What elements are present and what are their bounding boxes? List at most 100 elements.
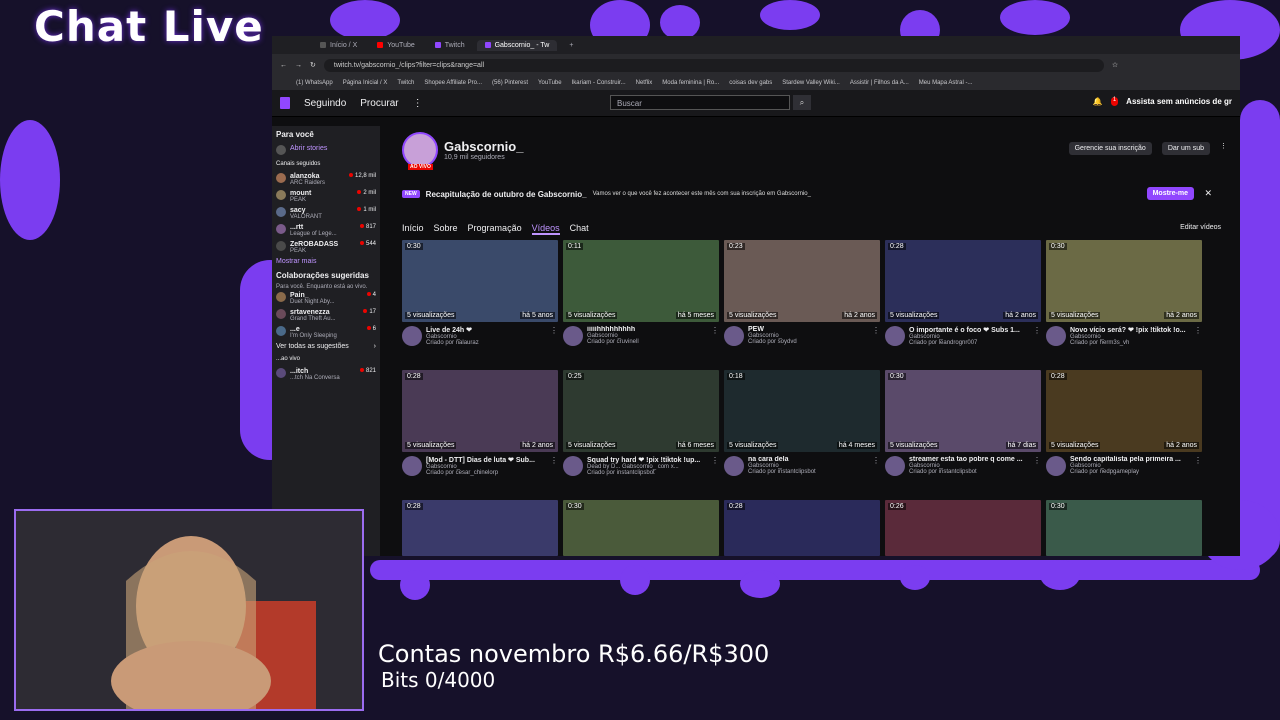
tab-videos[interactable]: Vídeos (531, 223, 560, 235)
bookmark[interactable]: Meu Mapa Astral -... (919, 80, 973, 86)
clip-title[interactable]: iiiiihhhhhhhhh (587, 326, 707, 333)
clip-card[interactable]: 0:30 (563, 500, 719, 556)
bookmark[interactable]: Moda feminina | Ro... (662, 80, 719, 86)
bookmark[interactable]: Ikariam - Construir... (572, 80, 626, 86)
clip-title[interactable]: streamer esta tao pobre q come ... (909, 456, 1029, 463)
bookmark[interactable]: Assistir | Filhos da A... (850, 80, 909, 86)
browser-tab-active[interactable]: Gabscornio_ - Tw (476, 39, 558, 51)
star-icon[interactable]: ☆ (1112, 61, 1118, 69)
more-icon[interactable]: ⋮ (1033, 326, 1041, 346)
more-icon[interactable]: ⋮ (1194, 456, 1202, 476)
sidebar-channel[interactable]: ...itch ...tch Na Conversa 821 (272, 366, 380, 383)
bookmark[interactable]: Stardew Valley Wiki... (782, 80, 840, 86)
clip-card[interactable]: 0:30 5 visualizações há 7 dias streamer … (885, 370, 1041, 492)
bookmark[interactable]: (56) Pinterest (492, 80, 528, 86)
more-icon[interactable]: ⋮ (1194, 326, 1202, 346)
clip-thumbnail[interactable]: 0:30 5 visualizações há 2 anos (1046, 240, 1202, 322)
bookmark[interactable]: coisas dev gabs (729, 80, 772, 86)
more-icon[interactable]: ⋮ (1033, 456, 1041, 476)
nav-browse[interactable]: Procurar (360, 98, 398, 109)
clip-channel-avatar[interactable] (1046, 456, 1066, 476)
tab-about[interactable]: Sobre (434, 223, 458, 235)
clip-title[interactable]: Sendo capitalista pela primeira ... (1070, 456, 1190, 463)
clip-card[interactable]: 0:30 5 visualizações há 5 anos Live de 2… (402, 240, 558, 362)
sidebar-channel[interactable]: ...rtt League of Lege... 817 (272, 222, 380, 239)
channel-name[interactable]: Gabscornio_ (444, 139, 523, 154)
clip-title[interactable]: O importante é o foco ❤ Subs 1... (909, 326, 1029, 334)
more-icon[interactable]: ⋮ (550, 326, 558, 346)
clip-thumbnail[interactable]: 0:30 5 visualizações há 5 anos (402, 240, 558, 322)
show-more-link[interactable]: Mostrar mais (272, 256, 380, 267)
channel-avatar[interactable]: AO VIVO (402, 132, 438, 170)
show-me-button[interactable]: Mostre-me (1146, 187, 1194, 200)
sidebar-channel[interactable]: alanzoka ARC Raiders 12,8 mil (272, 171, 380, 188)
bookmark[interactable]: Página Inicial / X (343, 80, 388, 86)
more-icon[interactable]: ⋮ (872, 326, 880, 346)
clip-thumbnail[interactable]: 0:25 5 visualizações há 6 meses (563, 370, 719, 452)
sidebar-channel[interactable]: sacy VALORANT 1 mil (272, 205, 380, 222)
clip-channel-avatar[interactable] (885, 456, 905, 476)
clip-card[interactable]: 0:18 5 visualizações há 4 meses na cara … (724, 370, 880, 492)
clip-card[interactable]: 0:11 5 visualizações há 5 meses iiiiihhh… (563, 240, 719, 362)
clip-title[interactable]: Squad try hard ❤ !pix !tiktok !up... (587, 456, 707, 464)
clip-thumbnail[interactable]: 0:28 (724, 500, 880, 556)
sidebar-collab[interactable]: Pain_ Duet Night Aby... 4 (272, 290, 380, 307)
search-input[interactable]: Buscar (610, 95, 790, 110)
browser-tab[interactable]: YouTube (369, 40, 423, 51)
sidebar-channel[interactable]: ZeROBADASS PEAK 544 (272, 239, 380, 256)
bookmark[interactable]: Shopee Affiliate Pro... (424, 80, 482, 86)
clip-card[interactable]: 0:30 (1046, 500, 1202, 556)
forward-icon[interactable]: → (295, 62, 302, 69)
sidebar-collab[interactable]: ...e I'm Only Sleeping 6 (272, 324, 380, 341)
clip-thumbnail[interactable]: 0:28 5 visualizações há 2 anos (885, 240, 1041, 322)
close-icon[interactable]: ✕ (1204, 188, 1212, 199)
clip-channel-avatar[interactable] (724, 326, 744, 346)
back-icon[interactable]: ← (280, 62, 287, 69)
bookmark[interactable]: YouTube (538, 80, 562, 86)
edit-videos-button[interactable]: Editar vídeos (1180, 224, 1221, 231)
clip-thumbnail[interactable]: 0:18 5 visualizações há 4 meses (724, 370, 880, 452)
clip-card[interactable]: 0:25 5 visualizações há 6 meses Squad tr… (563, 370, 719, 492)
open-stories[interactable]: Abrir stories (272, 143, 380, 157)
notifications-icon[interactable]: 🔔 (1093, 97, 1103, 106)
clip-channel-avatar[interactable] (402, 326, 422, 346)
manage-sub-button[interactable]: Gerencie sua inscrição (1068, 142, 1152, 155)
clip-channel-avatar[interactable] (885, 326, 905, 346)
more-icon[interactable]: ⋮ (711, 326, 719, 346)
bookmark[interactable]: (1) WhatsApp (296, 80, 333, 86)
tab-schedule[interactable]: Programação (468, 223, 522, 235)
search-icon[interactable]: ⌕ (793, 95, 811, 110)
bookmark[interactable]: Netflix (636, 80, 653, 86)
nav-following[interactable]: Seguindo (304, 98, 346, 109)
clip-thumbnail[interactable]: 0:28 5 visualizações há 2 anos (1046, 370, 1202, 452)
sidebar-channel[interactable]: mount PEAK 2 mil (272, 188, 380, 205)
more-icon[interactable]: ⋮ (550, 456, 558, 476)
clip-thumbnail[interactable]: 0:30 5 visualizações há 7 dias (885, 370, 1041, 452)
clip-thumbnail[interactable]: 0:28 (402, 500, 558, 556)
clip-card[interactable]: 0:28 5 visualizações há 2 anos O importa… (885, 240, 1041, 362)
clip-card[interactable]: 0:28 5 visualizações há 2 anos [Mod - DT… (402, 370, 558, 492)
more-icon[interactable]: ⋮ (413, 98, 423, 109)
clip-thumbnail[interactable]: 0:26 (885, 500, 1041, 556)
clip-card[interactable]: 0:28 5 visualizações há 2 anos Sendo cap… (1046, 370, 1202, 492)
gift-sub-button[interactable]: Dar um sub (1161, 142, 1210, 155)
clip-title[interactable]: Novo vício será? ❤ !pix !tiktok !o... (1070, 326, 1190, 334)
see-all-suggestions[interactable]: Ver todas as sugestões › (272, 341, 380, 352)
clip-channel-avatar[interactable] (724, 456, 744, 476)
clip-channel-avatar[interactable] (402, 456, 422, 476)
ad-free-button[interactable]: Assista sem anúncios de gr (1126, 97, 1232, 106)
tab-home[interactable]: Início (402, 223, 424, 235)
reload-icon[interactable]: ↻ (310, 61, 316, 69)
clip-title[interactable]: [Mod - DTT] Dias de luta ❤ Sub... (426, 456, 546, 464)
clip-thumbnail[interactable]: 0:30 (1046, 500, 1202, 556)
new-tab-button[interactable]: + (561, 40, 581, 51)
more-icon[interactable]: ⋮ (1220, 142, 1227, 155)
clip-thumbnail[interactable]: 0:23 5 visualizações há 2 anos (724, 240, 880, 322)
clip-thumbnail[interactable]: 0:11 5 visualizações há 5 meses (563, 240, 719, 322)
browser-tab[interactable]: Twitch (427, 40, 473, 51)
clip-channel-avatar[interactable] (563, 326, 583, 346)
more-icon[interactable]: ⋮ (711, 456, 719, 476)
clip-channel-avatar[interactable] (563, 456, 583, 476)
url-input[interactable]: twitch.tv/gabscornio_/clips?filter=clips… (323, 58, 1104, 72)
clip-card[interactable]: 0:28 (724, 500, 880, 556)
